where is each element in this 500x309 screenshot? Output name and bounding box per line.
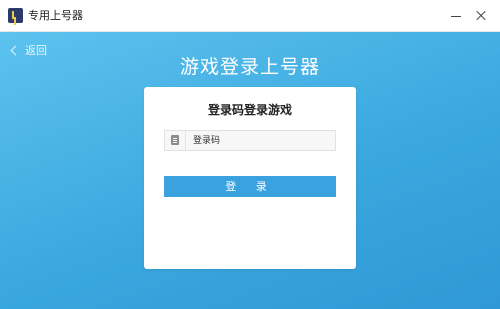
main-panel: 返回 游戏登录上号器 登录码登录游戏 登 录 bbox=[0, 32, 500, 309]
login-code-input[interactable] bbox=[193, 132, 333, 149]
login-card: 登录码登录游戏 登 录 bbox=[144, 87, 356, 269]
app-window: 专用上号器 返回 游戏登录上号器 登录码登录游戏 登 录 bbox=[0, 0, 500, 309]
window-title: 专用上号器 bbox=[28, 9, 83, 22]
page-title: 游戏登录上号器 bbox=[179, 56, 320, 78]
login-button[interactable]: 登 录 bbox=[164, 176, 336, 197]
clipboard-icon bbox=[165, 131, 186, 150]
login-code-field bbox=[164, 130, 336, 151]
close-button[interactable] bbox=[471, 6, 491, 26]
title-bar: 专用上号器 bbox=[0, 0, 500, 32]
card-title: 登录码登录游戏 bbox=[207, 103, 292, 117]
minimize-button[interactable] bbox=[446, 6, 466, 26]
app-logo-icon bbox=[8, 8, 23, 23]
